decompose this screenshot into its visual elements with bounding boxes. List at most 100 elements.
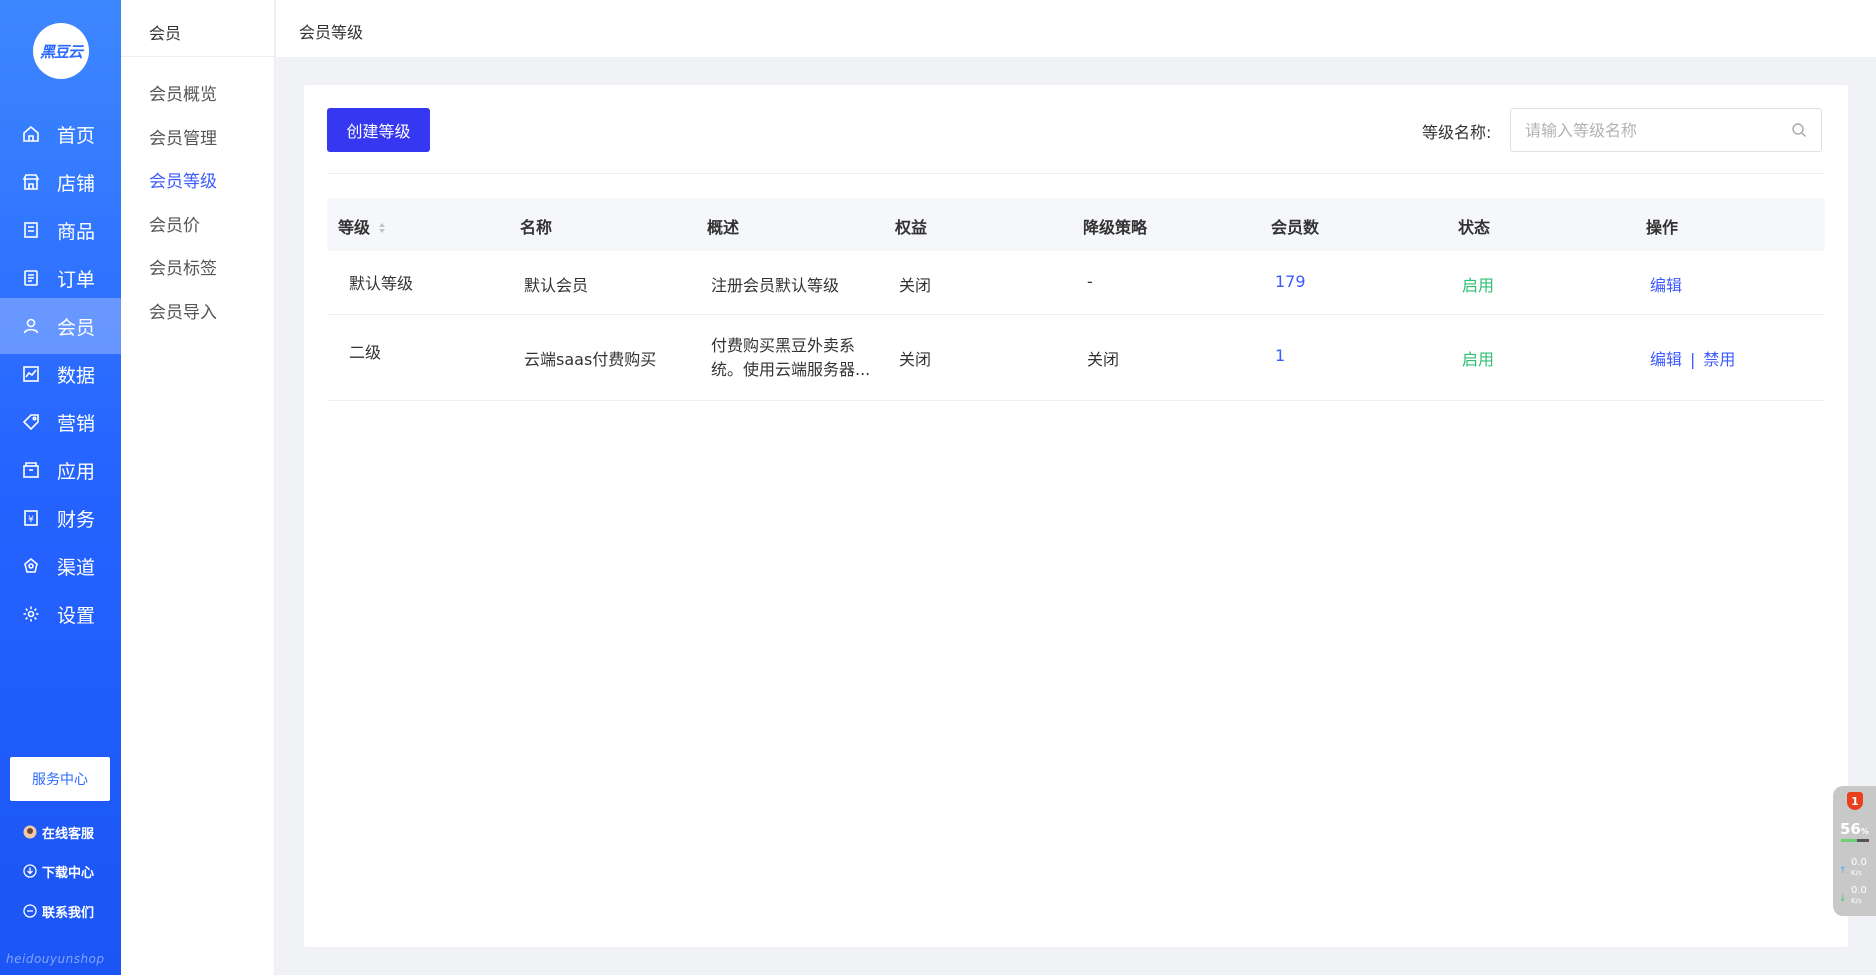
cell-downgrade: 关闭 xyxy=(1087,350,1120,369)
home-icon xyxy=(21,124,41,144)
download-speed: 0.0 K/s xyxy=(1851,886,1867,906)
nav-label: 设置 xyxy=(57,604,96,627)
create-level-button[interactable]: 创建等级 xyxy=(327,108,430,152)
cell-benefit: 关闭 xyxy=(899,276,932,295)
nav-label: 订单 xyxy=(57,268,96,291)
column-header-actions: 操作 xyxy=(1646,218,1679,237)
online-service-label: 在线客服 xyxy=(42,826,95,842)
table-row: 默认等级 默认会员 注册会员默认等级 关闭 - 179 启用 编辑 xyxy=(327,251,1825,315)
subnav-item-price[interactable]: 会员价 xyxy=(149,211,200,236)
search-icon[interactable] xyxy=(1791,122,1807,138)
nav-item-settings[interactable]: 设置 xyxy=(0,586,121,642)
column-header-label: 等级 xyxy=(338,218,371,237)
order-icon xyxy=(21,268,41,288)
main-sidebar: 黑豆云 首页 店铺 商品 订单 会员 数据 营销 应用 ¥ 财务 渠道 设置 服… xyxy=(0,0,121,975)
security-badge-icon[interactable]: 1 xyxy=(1847,792,1863,810)
upload-speed: 0.0 K/s xyxy=(1851,858,1867,878)
nav-label: 首页 xyxy=(57,124,96,147)
online-service-link[interactable]: 在线客服 xyxy=(22,822,94,842)
edit-link[interactable]: 编辑 xyxy=(1650,272,1682,296)
subnav-item-tags[interactable]: 会员标签 xyxy=(149,254,217,279)
finance-icon: ¥ xyxy=(21,508,41,528)
memory-percent-unit: % xyxy=(1860,827,1869,836)
nav-label: 商品 xyxy=(57,220,96,243)
download-icon xyxy=(22,863,38,879)
action-separator: | xyxy=(1690,350,1696,369)
level-search-box xyxy=(1510,108,1822,152)
nav-label: 营销 xyxy=(57,412,96,435)
breadcrumb: 会员等级 xyxy=(299,23,364,42)
brand-logo-text: 黑豆云 xyxy=(39,42,83,61)
cell-desc: 注册会员默认等级 xyxy=(711,276,840,295)
divider xyxy=(327,173,1825,174)
column-header-desc: 概述 xyxy=(707,218,740,237)
cell-downgrade: - xyxy=(1087,272,1093,291)
divider xyxy=(121,56,274,57)
nav-label: 应用 xyxy=(57,460,96,483)
sub-sidebar: 会员 会员概览 会员管理 会员等级 会员价 会员标签 会员导入 xyxy=(121,0,275,975)
row-actions: 编辑 | 禁用 xyxy=(1650,346,1735,370)
cell-name: 云端saas付费购买 xyxy=(524,350,657,369)
top-bar: 会员等级 xyxy=(276,0,1876,57)
subnav-item-management[interactable]: 会员管理 xyxy=(149,124,217,149)
service-center-button[interactable]: 服务中心 xyxy=(10,757,110,801)
svg-text:¥: ¥ xyxy=(28,515,34,525)
shop-icon xyxy=(21,172,41,192)
column-header-members: 会员数 xyxy=(1271,218,1320,237)
level-name-label: 等级名称: xyxy=(1422,123,1492,142)
upload-speed-unit: K/s xyxy=(1851,869,1862,877)
upload-arrow-icon: ↑ xyxy=(1839,866,1847,876)
subnav-item-overview[interactable]: 会员概览 xyxy=(149,80,217,105)
nav-label: 财务 xyxy=(57,508,96,531)
subnav-title: 会员 xyxy=(149,24,182,43)
contact-icon xyxy=(22,903,38,919)
column-header-benefit: 权益 xyxy=(895,218,928,237)
memory-percent: 56% xyxy=(1840,820,1869,838)
status-badge: 启用 xyxy=(1462,350,1495,369)
column-header-name: 名称 xyxy=(520,218,553,237)
download-speed-unit: K/s xyxy=(1851,897,1862,905)
avatar-icon xyxy=(22,824,38,840)
brand-logo[interactable]: 黑豆云 xyxy=(33,23,89,79)
cell-benefit: 关闭 xyxy=(899,350,932,369)
member-count-link[interactable]: 1 xyxy=(1275,346,1285,365)
edit-link[interactable]: 编辑 xyxy=(1650,350,1682,369)
subnav-item-import[interactable]: 会员导入 xyxy=(149,298,217,323)
user-icon xyxy=(21,316,41,336)
cell-name: 默认会员 xyxy=(524,276,589,295)
brand-watermark: heidouyunshop xyxy=(6,952,105,966)
table-header: 等级 名称 概述 权益 降级策略 会员数 状态 操作 xyxy=(327,198,1825,251)
member-count-link[interactable]: 179 xyxy=(1275,272,1306,291)
content-card: 创建等级 等级名称: 等级 名称 概述 权益 降级策略 会员数 状态 操作 默认… xyxy=(304,85,1848,947)
cell-level: 默认等级 xyxy=(349,274,414,293)
channel-icon xyxy=(21,556,41,576)
disable-link[interactable]: 禁用 xyxy=(1703,350,1735,369)
app-icon xyxy=(21,460,41,480)
download-center-link[interactable]: 下载中心 xyxy=(22,861,94,881)
download-speed-value: 0.0 xyxy=(1851,885,1867,896)
goods-icon xyxy=(21,220,41,240)
download-center-label: 下载中心 xyxy=(42,865,95,881)
subnav-item-levels[interactable]: 会员等级 xyxy=(149,167,217,192)
column-header-level[interactable]: 等级 xyxy=(338,214,386,238)
cell-desc: 付费购买黑豆外卖系统。使用云端服务器... xyxy=(711,336,871,379)
memory-percent-value: 56 xyxy=(1840,820,1861,838)
column-header-status: 状态 xyxy=(1458,218,1491,237)
chart-icon xyxy=(21,364,41,384)
table-row: 二级 云端saas付费购买 付费购买黑豆外卖系统。使用云端服务器... 关闭 关… xyxy=(327,315,1825,401)
contact-us-label: 联系我们 xyxy=(42,905,95,921)
sort-icon[interactable] xyxy=(378,219,386,238)
nav-label: 会员 xyxy=(57,316,96,339)
nav-label: 店铺 xyxy=(57,172,96,195)
contact-us-link[interactable]: 联系我们 xyxy=(22,901,94,921)
memory-bar xyxy=(1841,839,1869,842)
security-badge-count: 1 xyxy=(1851,794,1859,808)
system-monitor-widget[interactable]: 1 56% ↑ 0.0 K/s ↓ 0.0 K/s xyxy=(1833,786,1876,916)
nav-label: 渠道 xyxy=(57,556,96,579)
upload-speed-value: 0.0 xyxy=(1851,857,1867,868)
level-search-input[interactable] xyxy=(1525,119,1775,141)
nav-label: 数据 xyxy=(57,364,96,387)
column-header-downgrade: 降级策略 xyxy=(1083,218,1148,237)
tag-icon xyxy=(21,412,41,432)
cell-level: 二级 xyxy=(349,343,382,362)
